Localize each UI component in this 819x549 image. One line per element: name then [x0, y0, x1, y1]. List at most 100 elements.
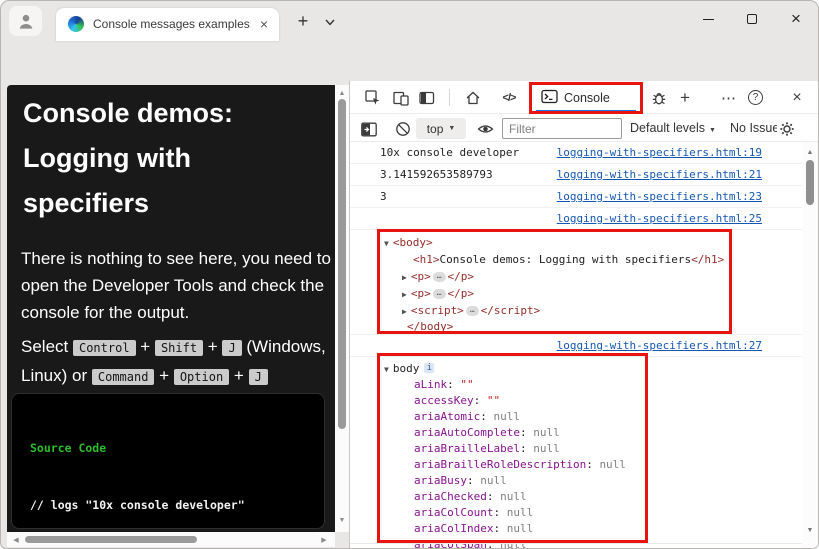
inspect-element-icon[interactable] — [364, 89, 382, 107]
source-link[interactable]: logging-with-specifiers.html:19 — [557, 146, 762, 159]
property-value: "" — [460, 378, 474, 391]
maximize-icon — [747, 14, 757, 24]
kbd-option: Option — [173, 369, 230, 385]
devtools-panel: </> Console + ⋯ ? × top ▼ Filter Default… — [349, 81, 818, 548]
log-levels-label: Default levels — [630, 121, 706, 135]
scroll-down-icon[interactable]: ▼ — [335, 514, 349, 526]
dom-tree-line[interactable]: ▶ <script>… </script> — [402, 304, 540, 317]
devtools-scrollbar[interactable]: ▲ ▼ — [802, 142, 818, 548]
scroll-up-icon[interactable]: ▲ — [335, 87, 349, 99]
devtools-scroll-thumb[interactable] — [806, 160, 814, 205]
property-key: ariaAtomic — [414, 410, 481, 423]
collapsed-ellipsis-icon[interactable]: … — [465, 306, 479, 316]
window-minimize-button[interactable] — [687, 1, 729, 37]
focus-mode-icon[interactable] — [418, 89, 436, 107]
context-selector-label: top — [426, 121, 444, 136]
separator: : — [586, 458, 600, 471]
collapsed-ellipsis-icon[interactable]: … — [432, 289, 446, 299]
devtools-menu-dots-icon[interactable]: ⋯ — [720, 89, 738, 107]
dom-tree-line[interactable]: ▶ <p>… </p> — [402, 270, 474, 283]
page-hscroll-thumb[interactable] — [25, 536, 197, 543]
new-tab-button[interactable]: + — [291, 9, 315, 33]
window-maximize-button[interactable] — [731, 1, 773, 37]
scroll-up-icon[interactable]: ▲ — [802, 146, 818, 158]
object-property: ariaColCount: null — [414, 506, 533, 519]
separator: : — [493, 506, 507, 519]
console-sidebar-icon[interactable] — [360, 120, 378, 138]
help-icon[interactable]: ? — [748, 90, 763, 105]
source-link[interactable]: logging-with-specifiers.html:27 — [557, 339, 762, 352]
console-settings-gear-icon[interactable] — [778, 120, 796, 138]
expand-closed-icon[interactable]: ▶ — [402, 273, 407, 282]
url-toolbar: https://microsoftedge.github.io/Demos/de… — [1, 41, 818, 116]
separator: : — [466, 474, 481, 487]
expand-open-icon[interactable]: ▼ — [384, 239, 389, 248]
object-property: accessKey: "" — [414, 394, 500, 407]
property-key: ariaChecked — [414, 490, 487, 503]
dom-tree-line[interactable]: ▼ <body> — [384, 236, 433, 249]
tab-issues-bug-icon[interactable] — [650, 89, 668, 107]
object-header[interactable]: ▼ body i — [384, 362, 435, 375]
source-code-title: Source Code — [30, 441, 107, 455]
profile-avatar-button[interactable] — [9, 6, 42, 36]
console-icon — [541, 89, 558, 104]
add-tool-button[interactable]: + — [676, 88, 694, 107]
source-link[interactable]: logging-with-specifiers.html:23 — [557, 190, 762, 203]
separator: : — [473, 394, 487, 407]
property-value: null — [506, 506, 534, 519]
window-close-button[interactable]: × — [775, 1, 817, 37]
kbd-shift: Shift — [154, 340, 204, 356]
object-property: ariaColIndex: null — [414, 522, 533, 535]
property-value: null — [493, 410, 520, 423]
webpage-content: Console demos: Logging with specifiers T… — [7, 85, 335, 532]
tab-welcome-home-icon[interactable] — [464, 89, 482, 107]
separator: : — [486, 490, 501, 503]
html-tag: <h1> — [413, 253, 440, 266]
device-emulation-icon[interactable] — [392, 89, 410, 107]
browser-window: Console messages examples: Log × + × htt… — [0, 0, 819, 549]
filter-input[interactable] — [502, 118, 622, 139]
object-property: ariaAutoComplete: null — [414, 426, 560, 439]
property-key: ariaBrailleLabel — [414, 442, 520, 455]
clear-console-icon[interactable] — [394, 120, 412, 138]
property-value: null — [506, 522, 534, 535]
page-horizontal-scrollbar[interactable]: ◀ ▶ — [7, 532, 335, 547]
expand-closed-icon[interactable]: ▶ — [402, 290, 407, 299]
expand-closed-icon[interactable]: ▶ — [402, 307, 407, 316]
source-link[interactable]: logging-with-specifiers.html:21 — [557, 168, 762, 181]
tab-elements-icon[interactable]: </> — [500, 89, 518, 107]
tab-title: Console messages examples: Log — [93, 17, 251, 31]
tab-console[interactable]: Console — [536, 83, 636, 112]
tab-close-icon[interactable]: × — [255, 15, 273, 33]
scroll-right-icon[interactable]: ▶ — [318, 534, 330, 545]
property-value: null — [500, 490, 527, 503]
console-message-text: 3 — [380, 190, 387, 203]
minimize-icon — [702, 18, 714, 20]
log-levels-dropdown[interactable]: Default levels ▼ — [630, 121, 716, 135]
object-property: ariaBusy: null — [414, 474, 507, 487]
page-vertical-scrollbar[interactable]: ▲ ▼ — [335, 85, 349, 532]
tab-list-chevron-icon[interactable] — [321, 13, 339, 31]
html-text: Console demos: Logging with specifiers — [439, 253, 692, 266]
source-link[interactable]: logging-with-specifiers.html:25 — [557, 212, 762, 225]
collapsed-ellipsis-icon[interactable]: … — [432, 272, 446, 282]
live-expression-eye-icon[interactable] — [476, 120, 494, 138]
context-selector-dropdown[interactable]: top ▼ — [416, 118, 466, 139]
devtools-bottom-divider — [350, 543, 818, 544]
browser-tab[interactable]: Console messages examples: Log × — [56, 8, 279, 41]
page-vscroll-thumb[interactable] — [338, 99, 346, 429]
expand-open-icon[interactable]: ▼ — [384, 365, 389, 374]
scroll-left-icon[interactable]: ◀ — [10, 534, 22, 545]
console-message-row: 3.141592653589793 logging-with-specifier… — [350, 164, 802, 186]
dom-tree-line: <h1>Console demos: Logging with specifie… — [413, 253, 724, 266]
page-title: Console demos: Logging with specifiers — [23, 98, 234, 218]
html-tag: <p> — [410, 287, 431, 300]
separator: : — [519, 426, 534, 439]
kbd-command: Command — [91, 369, 155, 385]
dom-tree-line[interactable]: ▶ <p>… </p> — [402, 287, 474, 300]
object-property: ariaChecked: null — [414, 490, 527, 503]
person-icon — [17, 12, 35, 30]
devtools-close-icon[interactable]: × — [788, 89, 806, 107]
console-message-text: 10x console developer — [380, 146, 520, 159]
scroll-down-icon[interactable]: ▼ — [802, 524, 818, 536]
